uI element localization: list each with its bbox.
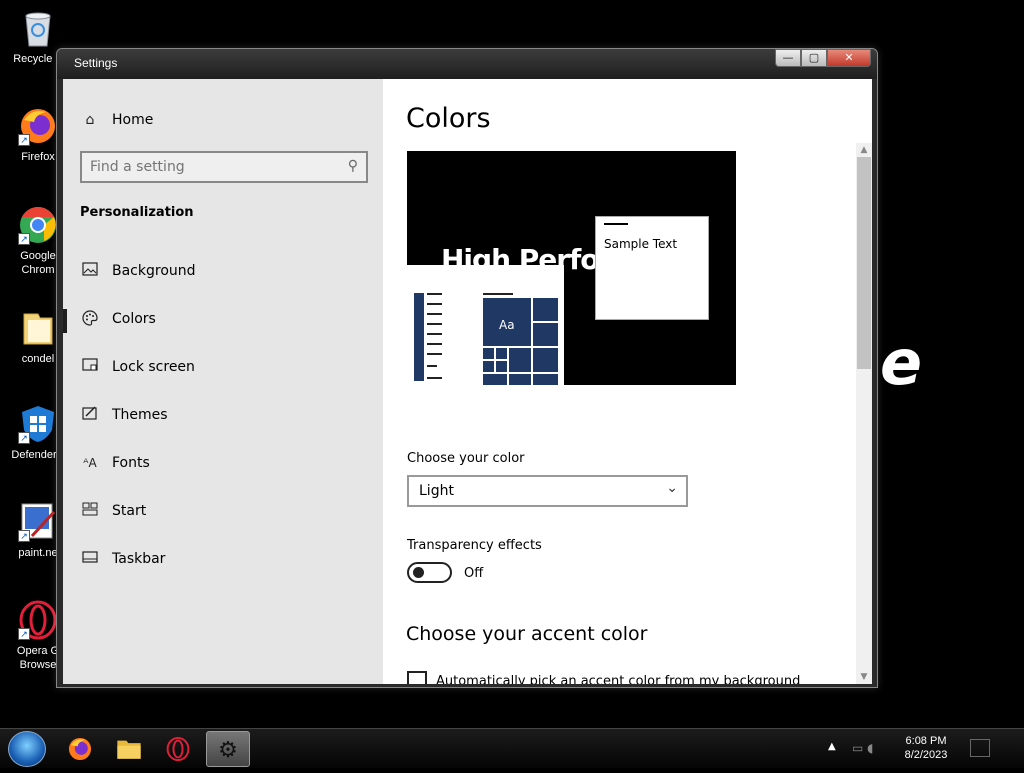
sidebar-item-start[interactable]: Start bbox=[63, 487, 383, 535]
sidebar-item-label: Fonts bbox=[112, 455, 150, 471]
search-input[interactable] bbox=[90, 158, 330, 176]
sidebar-item-label: Background bbox=[112, 263, 196, 279]
sidebar-item-lock-screen[interactable]: Lock screen bbox=[63, 343, 383, 391]
taskbar-icon bbox=[81, 550, 99, 568]
choose-color-dropdown[interactable]: Light ⌄ bbox=[407, 475, 688, 507]
preview-tiles: Aa bbox=[483, 298, 558, 385]
sidebar-item-fonts[interactable]: ᴬA Fonts bbox=[63, 439, 383, 487]
nav-home[interactable]: ⌂ Home bbox=[81, 111, 154, 129]
image-icon bbox=[81, 262, 99, 280]
section-label: Personalization bbox=[80, 205, 194, 220]
nav-home-label: Home bbox=[112, 112, 154, 128]
taskbar-settings[interactable]: ⚙ bbox=[206, 731, 250, 767]
home-icon: ⌂ bbox=[85, 112, 95, 128]
sidebar-item-label: Lock screen bbox=[112, 359, 195, 375]
sidebar-item-taskbar[interactable]: Taskbar bbox=[63, 535, 383, 583]
scroll-thumb[interactable] bbox=[857, 157, 871, 369]
volume-icon[interactable]: ◖ bbox=[867, 741, 873, 755]
preview-tile-text: Aa bbox=[499, 318, 515, 332]
window-controls: — ▢ ✕ bbox=[775, 49, 871, 67]
shortcut-arrow-icon: ↗ bbox=[18, 233, 30, 245]
tray-expand-icon[interactable]: ▲ bbox=[828, 741, 836, 752]
scroll-down-icon[interactable]: ▼ bbox=[856, 670, 872, 684]
sidebar-item-label: Taskbar bbox=[112, 551, 166, 567]
recycle-bin-icon bbox=[18, 8, 58, 48]
search-icon[interactable]: ⚲ bbox=[348, 158, 358, 174]
start-button[interactable] bbox=[8, 731, 46, 767]
settings-content: Colors High Perfo Aa Sample Text Choose … bbox=[383, 79, 872, 684]
opera-gx-icon: ↗ bbox=[18, 600, 58, 640]
nav-list: Background Colors Lock screen Themes ᴬA … bbox=[63, 247, 383, 583]
minimize-button[interactable]: — bbox=[775, 49, 801, 67]
shortcut-arrow-icon: ↗ bbox=[18, 628, 30, 640]
sidebar-item-themes[interactable]: Themes bbox=[63, 391, 383, 439]
content-scrollbar[interactable]: ▲ ▼ bbox=[856, 143, 872, 684]
start-icon bbox=[81, 502, 99, 520]
taskbar-opera[interactable] bbox=[156, 731, 200, 767]
transparency-label: Transparency effects bbox=[407, 538, 542, 553]
settings-sidebar: ⌂ Home ⚲ Personalization Background Colo… bbox=[63, 79, 383, 684]
folder-icon bbox=[117, 740, 141, 759]
transparency-state: Off bbox=[464, 566, 484, 581]
sidebar-item-label: Colors bbox=[112, 311, 156, 327]
auto-accent-checkbox[interactable] bbox=[407, 671, 427, 684]
toggle-knob bbox=[413, 567, 424, 578]
window-title: Settings bbox=[74, 56, 118, 70]
taskbar-clock[interactable]: 6:08 PM 8/2/2023 bbox=[900, 734, 952, 762]
firefox-icon: ↗ bbox=[18, 106, 58, 146]
choose-color-value: Light bbox=[419, 483, 454, 499]
edge-logo-icon: e bbox=[880, 326, 923, 399]
search-box: ⚲ bbox=[80, 151, 368, 183]
taskbar-firefox[interactable] bbox=[58, 731, 102, 767]
page-title: Colors bbox=[406, 103, 491, 134]
transparency-toggle[interactable] bbox=[407, 562, 452, 583]
themes-icon bbox=[81, 406, 99, 424]
shortcut-arrow-icon: ↗ bbox=[18, 530, 30, 542]
defender-icon: ↗ bbox=[18, 404, 58, 444]
sidebar-item-label: Start bbox=[112, 503, 147, 519]
clock-time: 6:08 PM bbox=[905, 735, 947, 747]
window-titlebar[interactable]: Settings — ▢ ✕ bbox=[57, 49, 877, 79]
preview-sample-window: Sample Text bbox=[595, 216, 709, 320]
taskbar-explorer[interactable] bbox=[107, 731, 151, 767]
shortcut-arrow-icon: ↗ bbox=[18, 432, 30, 444]
network-icon[interactable]: ▭ bbox=[852, 741, 863, 755]
scroll-up-icon[interactable]: ▲ bbox=[856, 143, 872, 157]
chrome-icon: ↗ bbox=[18, 205, 58, 245]
paint-net-icon: ↗ bbox=[18, 502, 58, 542]
clock-date: 8/2/2023 bbox=[904, 749, 948, 761]
shortcut-arrow-icon: ↗ bbox=[18, 134, 30, 146]
palette-icon bbox=[81, 310, 99, 328]
sidebar-item-label: Themes bbox=[112, 407, 168, 423]
tray-icons[interactable]: ▭ ◖ bbox=[852, 741, 892, 757]
settings-window: Settings — ▢ ✕ ⌂ Home ⚲ Personalization … bbox=[56, 48, 878, 688]
choose-color-label: Choose your color bbox=[407, 451, 525, 466]
lock-screen-icon bbox=[81, 358, 99, 376]
close-button[interactable]: ✕ bbox=[827, 49, 871, 67]
firefox-icon bbox=[68, 737, 92, 761]
sidebar-item-background[interactable]: Background bbox=[63, 247, 383, 295]
auto-accent-option[interactable]: Automatically pick an accent color from … bbox=[407, 671, 800, 684]
gear-icon: ⚙ bbox=[218, 738, 238, 763]
theme-preview: High Perfo Aa Sample Text bbox=[407, 151, 736, 385]
opera-gx-icon bbox=[166, 736, 190, 762]
chevron-down-icon: ⌄ bbox=[666, 480, 678, 496]
notification-icon[interactable] bbox=[970, 739, 990, 757]
sidebar-item-colors[interactable]: Colors bbox=[63, 295, 383, 343]
auto-accent-label: Automatically pick an accent color from … bbox=[436, 673, 801, 685]
preview-tiles-bar bbox=[483, 293, 513, 295]
maximize-button[interactable]: ▢ bbox=[801, 49, 827, 67]
accent-section-title: Choose your accent color bbox=[406, 623, 648, 645]
folder-icon bbox=[18, 308, 58, 348]
fonts-icon: ᴬA bbox=[83, 456, 97, 470]
taskbar: ⚙ ▲ ▭ ◖ 6:08 PM 8/2/2023 bbox=[0, 728, 1024, 768]
preview-sample-text: Sample Text bbox=[604, 237, 678, 251]
